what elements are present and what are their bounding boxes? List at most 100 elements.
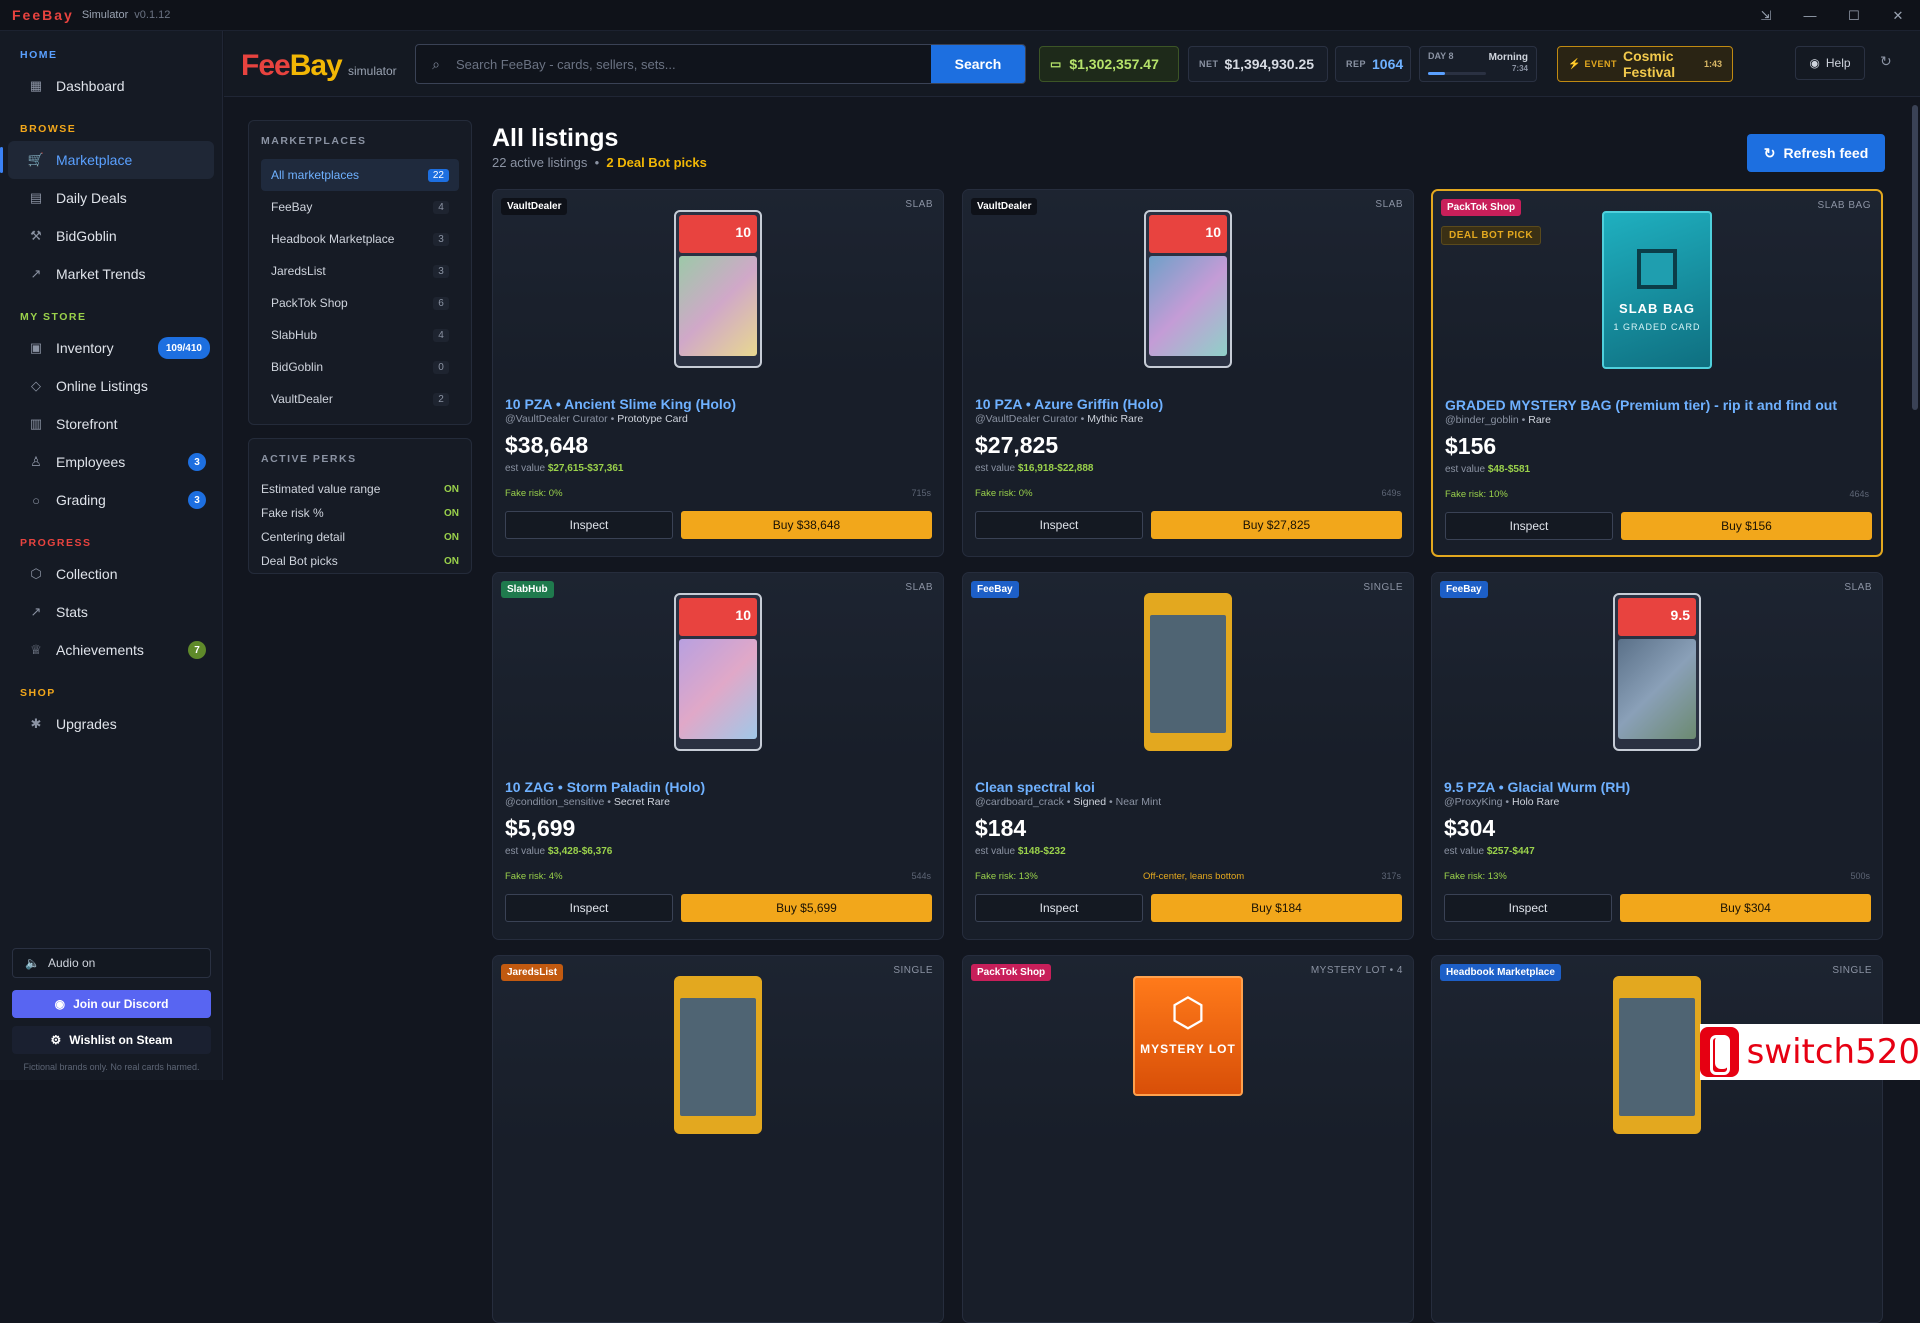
perk-row: Centering detail ON [261, 525, 459, 549]
listing-card[interactable]: 9.5 FeeBay SLAB 9.5 PZA • Glacial Wurm (… [1431, 572, 1883, 940]
listing-title[interactable]: Clean spectral koi [975, 779, 1095, 795]
marketplace-count: 4 [433, 328, 449, 342]
inspect-button[interactable]: Inspect [1444, 894, 1612, 922]
single-card-image[interactable] [1613, 976, 1701, 1134]
marketplace-packtok-shop[interactable]: PackTok Shop 6 [261, 287, 459, 319]
slab-bag-image[interactable]: SLAB BAG 1 GRADED CARD [1602, 211, 1712, 369]
perk-state[interactable]: ON [444, 484, 459, 495]
listing-card[interactable]: 10 VaultDealer SLAB 10 PZA • Azure Griff… [962, 189, 1414, 557]
marketplace-all-marketplaces[interactable]: All marketplaces 22 [261, 159, 459, 191]
sidebar-item-employees[interactable]: ♙ Employees 3 [8, 443, 214, 481]
rep-value: 1064 [1372, 56, 1404, 72]
minimize-icon[interactable]: — [1788, 0, 1832, 31]
listing-title[interactable]: GRADED MYSTERY BAG (Premium tier) - rip … [1445, 397, 1837, 413]
section-progress: PROGRESS [20, 537, 92, 549]
sidebar-item-market-trends[interactable]: ↗ Market Trends [8, 255, 214, 293]
sidebar-item-daily-deals[interactable]: ▤ Daily Deals [8, 179, 214, 217]
listing-title[interactable]: 9.5 PZA • Glacial Wurm (RH) [1444, 779, 1630, 795]
marketplace-jaredslist[interactable]: JaredsList 3 [261, 255, 459, 287]
inspect-button[interactable]: Inspect [975, 894, 1143, 922]
estimated-value: est value $27,615-$37,361 [505, 463, 624, 474]
single-card-image[interactable] [674, 976, 762, 1134]
day-period: Morning [1488, 52, 1528, 63]
slab-card-image[interactable]: 10 [1144, 210, 1232, 368]
event-label: EVENT [1584, 59, 1617, 69]
sidebar-item-upgrades[interactable]: ✱ Upgrades [8, 705, 214, 743]
help-button[interactable]: ◉ Help [1795, 46, 1865, 80]
sidebar-item-collection[interactable]: ⬡ Collection [8, 555, 214, 593]
buy-button[interactable]: Buy $156 [1621, 512, 1872, 540]
sidebar-item-dashboard[interactable]: ▦ Dashboard [8, 67, 214, 105]
sidebar-item-achievements[interactable]: ♕ Achievements 7 [8, 631, 214, 669]
slab-card-image[interactable]: 10 [674, 593, 762, 751]
listing-seller[interactable]: @VaultDealer Curator [975, 413, 1078, 425]
search-button[interactable]: Search [931, 45, 1025, 83]
sidebar-item-online-listings[interactable]: ◇ Online Listings [8, 367, 214, 405]
listing-seller[interactable]: @cardboard_crack [975, 796, 1064, 808]
sidebar-item-storefront[interactable]: ▥ Storefront [8, 405, 214, 443]
net-label: NET [1199, 59, 1219, 69]
event-display[interactable]: ⚡ EVENT Cosmic Festival 1:43 [1557, 46, 1733, 82]
perk-state[interactable]: ON [444, 556, 459, 567]
feebay-logo[interactable]: FeeBay [241, 49, 343, 83]
slab-card-image[interactable]: 9.5 [1613, 593, 1701, 751]
sidebar-item-bidgoblin[interactable]: ⚒ BidGoblin [8, 217, 214, 255]
inspect-button[interactable]: Inspect [505, 511, 673, 539]
maximize-icon[interactable]: ☐ [1832, 0, 1876, 31]
inspect-button[interactable]: Inspect [505, 894, 673, 922]
audio-toggle[interactable]: 🔈 Audio on [12, 948, 211, 978]
listing-card[interactable]: SLAB BAG 1 GRADED CARD PackTok Shop SLAB … [1431, 189, 1883, 557]
perk-label: Centering detail [261, 530, 346, 544]
listing-title[interactable]: 10 PZA • Ancient Slime King (Holo) [505, 396, 736, 412]
refresh-label: Refresh feed [1783, 145, 1869, 161]
fake-risk: Fake risk: 10% [1445, 489, 1508, 500]
pin-icon[interactable]: ⇲ [1744, 0, 1788, 31]
marketplace-vaultdealer[interactable]: VaultDealer 2 [261, 383, 459, 415]
listing-seller[interactable]: @VaultDealer Curator [505, 413, 608, 425]
sidebar-item-marketplace[interactable]: 🛒 Marketplace [0, 141, 214, 179]
listing-card[interactable]: Headbook Marketplace SINGLE [1431, 955, 1883, 1323]
buy-button[interactable]: Buy $27,825 [1151, 511, 1402, 539]
listing-card[interactable]: JaredsList SINGLE [492, 955, 944, 1323]
buy-button[interactable]: Buy $184 [1151, 894, 1402, 922]
listing-seller[interactable]: @condition_sensitive [505, 796, 604, 808]
listing-age: 544s [911, 871, 931, 881]
close-icon[interactable]: ✕ [1876, 0, 1920, 31]
listing-title[interactable]: 10 ZAG • Storm Paladin (Holo) [505, 779, 705, 795]
listing-rarity: Rare [1528, 414, 1551, 426]
perk-state[interactable]: ON [444, 532, 459, 543]
sidebar-item-inventory[interactable]: ▣ Inventory 109/410 [8, 329, 214, 367]
perk-state[interactable]: ON [444, 508, 459, 519]
listing-seller[interactable]: @binder_goblin [1445, 414, 1519, 426]
marketplace-headbook-marketplace[interactable]: Headbook Marketplace 3 [261, 223, 459, 255]
listing-age: 317s [1381, 871, 1401, 881]
slab-card-image[interactable]: 10 [674, 210, 762, 368]
marketplace-slabhub[interactable]: SlabHub 4 [261, 319, 459, 351]
steam-button[interactable]: ⚙ Wishlist on Steam [12, 1026, 211, 1054]
marketplace-feebay[interactable]: FeeBay 4 [261, 191, 459, 223]
listing-seller[interactable]: @ProxyKing [1444, 796, 1503, 808]
reset-icon[interactable]: ↻ [1880, 53, 1892, 70]
listing-card[interactable]: 10 VaultDealer SLAB 10 PZA • Ancient Sli… [492, 189, 944, 557]
buy-button[interactable]: Buy $304 [1620, 894, 1871, 922]
single-card-image[interactable] [1144, 593, 1232, 751]
marketplace-label: PackTok Shop [271, 296, 348, 310]
listing-card[interactable]: 10 SlabHub SLAB 10 ZAG • Storm Paladin (… [492, 572, 944, 940]
scrollbar[interactable] [1912, 105, 1918, 410]
sidebar-item-grading[interactable]: ○ Grading 3 [8, 481, 214, 519]
inspect-button[interactable]: Inspect [975, 511, 1143, 539]
listing-card[interactable]: ⬡ MYSTERY LOT PackTok Shop MYSTERY LOT • … [962, 955, 1414, 1323]
sidebar-item-stats[interactable]: ↗ Stats [8, 593, 214, 631]
buy-button[interactable]: Buy $38,648 [681, 511, 932, 539]
discord-button[interactable]: ◉ Join our Discord [12, 990, 211, 1018]
perk-label: Estimated value range [261, 482, 381, 496]
marketplace-bidgoblin[interactable]: BidGoblin 0 [261, 351, 459, 383]
listing-title[interactable]: 10 PZA • Azure Griffin (Holo) [975, 396, 1163, 412]
sidebar-nav: HOME ▦ Dashboard BROWSE 🛒 Marketplace ▤ Daily D… [0, 49, 222, 743]
buy-button[interactable]: Buy $5,699 [681, 894, 932, 922]
inspect-button[interactable]: Inspect [1445, 512, 1613, 540]
mystery-lot-image[interactable]: ⬡ MYSTERY LOT [1133, 976, 1243, 1096]
listing-age: 500s [1850, 871, 1870, 881]
listing-card[interactable]: FeeBay SINGLE Clean spectral koi @cardbo… [962, 572, 1414, 940]
refresh-feed-button[interactable]: ↻ Refresh feed [1747, 134, 1885, 172]
